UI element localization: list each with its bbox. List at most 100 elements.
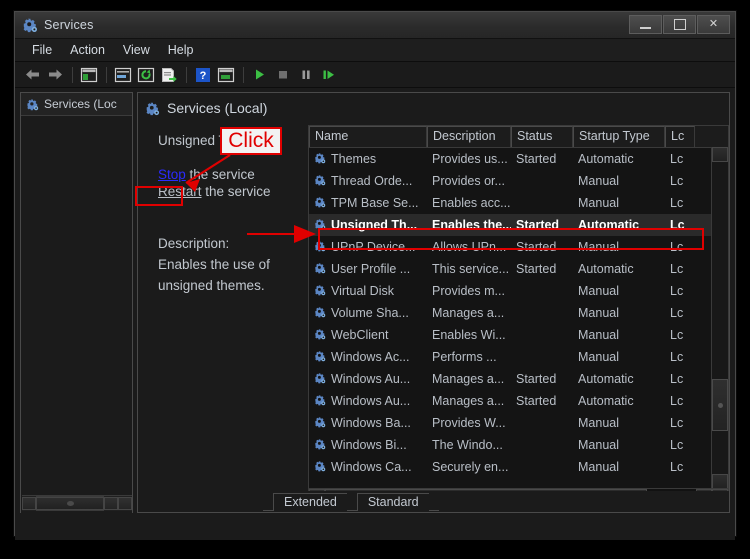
table-row[interactable]: Thread Orde... Provides or... Manual Lc bbox=[309, 170, 728, 192]
toolbar-separator bbox=[186, 66, 187, 83]
tab-standard[interactable]: Standard bbox=[356, 493, 429, 511]
cell-startup: Manual bbox=[578, 350, 619, 364]
cell-name: User Profile ... bbox=[309, 262, 427, 277]
table-row[interactable]: TPM Base Se... Enables acc... Manual Lc bbox=[309, 192, 728, 214]
properties-icon[interactable] bbox=[112, 65, 134, 85]
service-name-label: Virtual Disk bbox=[331, 284, 394, 298]
cell-description: Enables acc... bbox=[432, 196, 511, 210]
service-gear-icon bbox=[314, 262, 326, 277]
cell-description: Enables the... bbox=[432, 218, 511, 232]
maximize-button[interactable] bbox=[663, 15, 696, 34]
service-name-label: UPnP Device... bbox=[331, 240, 416, 254]
cell-description: Provides m... bbox=[432, 284, 505, 298]
forward-icon[interactable] bbox=[44, 65, 66, 85]
tree-scroll-thumb[interactable] bbox=[36, 497, 104, 510]
service-gear-icon bbox=[314, 328, 326, 343]
vertical-scroll-thumb[interactable] bbox=[712, 379, 728, 431]
menu-view[interactable]: View bbox=[114, 42, 159, 58]
service-gear-icon bbox=[314, 152, 326, 167]
column-header-status[interactable]: Status bbox=[511, 126, 573, 147]
cell-logon: Lc bbox=[670, 262, 684, 276]
listview-header: Name Description Status Startup Type Lc bbox=[309, 126, 728, 148]
cell-startup: Manual bbox=[578, 438, 619, 452]
service-name-label: Unsigned Th... bbox=[331, 218, 418, 232]
tab-trailing-separator bbox=[428, 510, 439, 511]
service-description: Description: Enables the use of unsigned… bbox=[158, 233, 308, 296]
details-header: Services (Local) bbox=[138, 93, 729, 122]
close-button[interactable]: ✕ bbox=[697, 15, 730, 34]
export-list-icon[interactable] bbox=[158, 65, 180, 85]
cell-name: Themes bbox=[309, 152, 427, 167]
help-icon[interactable]: ? bbox=[192, 65, 214, 85]
service-gear-icon bbox=[314, 196, 326, 211]
tree-scroll-left-button[interactable] bbox=[22, 497, 36, 510]
menu-help[interactable]: Help bbox=[159, 42, 203, 58]
tree-horizontal-scrollbar[interactable] bbox=[22, 495, 132, 511]
column-header-name[interactable]: Name bbox=[309, 126, 427, 147]
table-row[interactable]: Windows Bi... The Windo... Manual Lc bbox=[309, 434, 728, 456]
cell-description: Manages a... bbox=[432, 372, 505, 386]
restart-service-link[interactable]: Restart bbox=[158, 184, 202, 199]
table-row[interactable]: Unsigned Th... Enables the... Started Autom… bbox=[309, 214, 728, 236]
table-row[interactable]: Windows Au... Manages a... Started Automati… bbox=[309, 390, 728, 412]
back-icon[interactable] bbox=[21, 65, 43, 85]
cell-status: Started bbox=[516, 218, 560, 232]
window-controls: ✕ bbox=[629, 15, 730, 34]
show-hide-action-pane-icon[interactable] bbox=[215, 65, 237, 85]
table-row[interactable]: User Profile ... This service... Started Au… bbox=[309, 258, 728, 280]
screen-root: Services ✕ File Action View Help ? Servi… bbox=[0, 0, 750, 559]
column-header-startup[interactable]: Startup Type bbox=[573, 126, 665, 147]
start-service-icon[interactable] bbox=[249, 65, 271, 85]
cell-startup: Automatic bbox=[578, 372, 634, 386]
minimize-button[interactable] bbox=[629, 15, 662, 34]
table-row[interactable]: Windows Ca... Securely en... Manual Lc bbox=[309, 456, 728, 478]
tree-root-item[interactable]: Services (Loc bbox=[21, 93, 132, 116]
service-name-label: Thread Orde... bbox=[331, 174, 413, 188]
window-content: Services (Loc Services (Local) Unsigned … bbox=[15, 88, 735, 540]
table-row[interactable]: WebClient Enables Wi... Manual Lc bbox=[309, 324, 728, 346]
table-row[interactable]: Volume Sha... Manages a... Manual Lc bbox=[309, 302, 728, 324]
table-row[interactable]: UPnP Device... Allows UPn... Started Manual… bbox=[309, 236, 728, 258]
service-gear-icon bbox=[314, 416, 326, 431]
stop-service-icon[interactable] bbox=[272, 65, 294, 85]
service-name-label: Windows Ac... bbox=[331, 350, 410, 364]
table-row[interactable]: Virtual Disk Provides m... Manual Lc bbox=[309, 280, 728, 302]
menu-action[interactable]: Action bbox=[61, 42, 114, 58]
cell-status: Started bbox=[516, 152, 557, 166]
column-header-description[interactable]: Description bbox=[427, 126, 511, 147]
scroll-down-button[interactable] bbox=[712, 474, 728, 489]
column-header-logon[interactable]: Lc bbox=[665, 126, 695, 147]
cell-description: This service... bbox=[432, 262, 510, 276]
refresh-icon[interactable] bbox=[135, 65, 157, 85]
tree-scroll-extra-button[interactable] bbox=[118, 497, 132, 510]
listview-vertical-scrollbar[interactable] bbox=[711, 147, 728, 489]
toolbar-separator bbox=[72, 66, 73, 83]
cell-logon: Lc bbox=[670, 196, 684, 210]
service-name-label: User Profile ... bbox=[331, 262, 411, 276]
table-row[interactable]: Themes Provides us... Started Automatic Lc bbox=[309, 148, 728, 170]
cell-name: UPnP Device... bbox=[309, 240, 427, 255]
cell-logon: Lc bbox=[670, 416, 684, 430]
menu-file[interactable]: File bbox=[23, 42, 61, 58]
cell-startup: Automatic bbox=[578, 262, 634, 276]
tree-scroll-track[interactable] bbox=[36, 496, 104, 511]
stop-service-link-row: Stop the service bbox=[158, 167, 308, 182]
cell-name: Windows Ba... bbox=[309, 416, 427, 431]
service-gear-icon bbox=[314, 306, 326, 321]
scroll-up-button[interactable] bbox=[712, 147, 728, 162]
cell-description: Provides us... bbox=[432, 152, 508, 166]
pause-service-icon[interactable] bbox=[295, 65, 317, 85]
service-gear-icon bbox=[314, 240, 326, 255]
restart-service-icon[interactable] bbox=[318, 65, 340, 85]
stop-service-link[interactable]: Stop bbox=[158, 167, 186, 182]
listview-rows: Themes Provides us... Started Automatic Lc Th… bbox=[309, 148, 728, 478]
service-gear-icon bbox=[314, 438, 326, 453]
show-hide-console-tree-icon[interactable] bbox=[78, 65, 100, 85]
table-row[interactable]: Windows Ba... Provides W... Manual Lc bbox=[309, 412, 728, 434]
cell-startup: Manual bbox=[578, 328, 619, 342]
service-info-column: Unsigned T Stop the service Restart the … bbox=[138, 122, 308, 506]
table-row[interactable]: Windows Au... Manages a... Started Automati… bbox=[309, 368, 728, 390]
tab-extended[interactable]: Extended bbox=[273, 493, 347, 511]
tree-scroll-right-button[interactable] bbox=[104, 497, 118, 510]
table-row[interactable]: Windows Ac... Performs ... Manual Lc bbox=[309, 346, 728, 368]
